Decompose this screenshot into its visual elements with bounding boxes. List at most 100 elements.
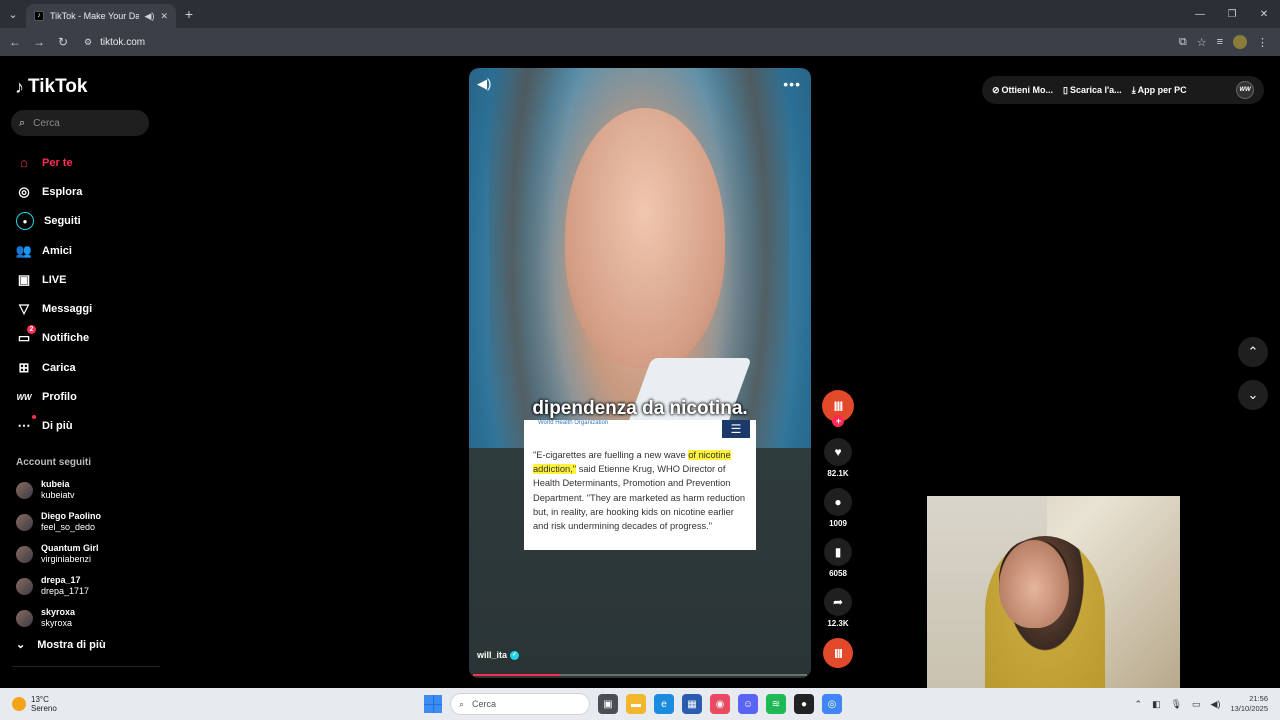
clock[interactable]: 21:56 13/10/2025 (1230, 694, 1268, 714)
bookmark-icon: ▮ (824, 538, 852, 566)
tiktok-logo[interactable]: ♪ TikTok (15, 76, 87, 98)
top-right-toolbar: ⊘ Ottieni Mo... ▯ Scarica l'a... ⤓ App per … (982, 76, 1264, 104)
tray-app-icon[interactable]: ◧ (1152, 699, 1161, 710)
media-control-icon[interactable]: ≡ (1217, 36, 1223, 48)
tab-search-icon[interactable]: ⌄ (0, 0, 26, 28)
taskbar-search-input[interactable]: ⌕ Cerca (450, 693, 590, 715)
taskbar-search-placeholder: Cerca (472, 699, 497, 709)
chrome-icon[interactable]: ◎ (822, 694, 842, 714)
bookmark-star-icon[interactable]: ☆ (1197, 36, 1207, 49)
show-more-button[interactable]: ⌄ Mostra di più (16, 638, 106, 652)
following-icon: ● (16, 212, 34, 231)
maximize-icon[interactable]: ❐ (1216, 9, 1248, 20)
account-handle: skyroxa (41, 618, 73, 628)
discord-icon[interactable]: ☺ (738, 694, 758, 714)
microphone-icon[interactable]: 🎙 (1171, 699, 1182, 710)
tab-audio-icon[interactable]: ◀) (145, 11, 155, 22)
browser-menu-icon[interactable]: ⋮ (1257, 36, 1268, 49)
account-item[interactable]: skyroxa skyroxa (16, 602, 156, 634)
browser-tab[interactable]: ♪ TikTok - Make Your Day ◀) ✕ (26, 4, 176, 28)
heart-icon: ♥ (824, 438, 852, 466)
new-tab-button[interactable]: + (176, 6, 202, 22)
account-item[interactable]: Quantum Girl virginiabenzi (16, 538, 156, 570)
volume-icon[interactable]: ◀) (477, 76, 491, 92)
comment-icon: ● (824, 488, 852, 516)
spotify-icon[interactable]: ≋ (766, 694, 786, 714)
weather-widget[interactable]: 13°C Sereno (0, 695, 57, 713)
creator-avatar[interactable]: III + (822, 390, 854, 427)
like-button[interactable]: ♥ 82.1K (822, 438, 854, 478)
webcam-person-head (999, 540, 1069, 628)
reload-icon[interactable]: ↻ (54, 35, 72, 49)
account-item[interactable]: drepa_17 drepa_1717 (16, 570, 156, 602)
like-count: 82.1K (827, 469, 849, 478)
nav-item-seguiti[interactable]: ● Seguiti (16, 207, 156, 236)
network-icon[interactable]: ▭ (1192, 699, 1201, 710)
store-icon[interactable]: ▦ (682, 694, 702, 714)
browser-profile-avatar[interactable] (1233, 35, 1247, 49)
coin-icon: ⊘ (992, 84, 1000, 95)
date: 13/10/2025 (1230, 704, 1268, 713)
install-app-icon[interactable]: ⧉ (1179, 36, 1187, 49)
windows-start-icon[interactable] (424, 695, 442, 713)
sidebar: ♪ TikTok ⌕ Cerca ⌂ Per te ◎ Esplora ● Se… (0, 58, 160, 688)
account-item[interactable]: kubeia kubeiatv (16, 474, 156, 506)
nav-item-notifiche[interactable]: ▭ 2 Notifiche (16, 324, 156, 353)
task-view-icon[interactable]: ▣ (598, 694, 618, 714)
account-handle: feel_so_dedo (41, 522, 96, 532)
volume-icon[interactable]: ◀) (1211, 699, 1221, 710)
url-field[interactable]: ⚙ tiktok.com (78, 31, 1173, 53)
video-caption: dipendenza da nicotina. (532, 398, 748, 419)
previous-video-button[interactable]: ⌃ (1238, 337, 1268, 367)
tiktok-favicon-icon: ♪ (34, 11, 44, 21)
article-menu-icon: ☰ (722, 420, 750, 438)
video-player[interactable]: ◀) ••• World Health Organization ☰ "E-ci… (469, 68, 811, 678)
window-close-icon[interactable]: ✕ (1248, 9, 1280, 20)
get-coins-button[interactable]: ⊘ Ottieni Mo... (992, 85, 1053, 96)
comment-button[interactable]: ● 1009 (822, 488, 854, 528)
video-frame-face (565, 108, 725, 368)
nav-item-live[interactable]: ▣ LIVE (16, 265, 156, 294)
nav-item-carica[interactable]: ⊞ Carica (16, 353, 156, 382)
minimize-icon[interactable]: — (1184, 9, 1216, 20)
weather-desc: Sereno (31, 704, 57, 713)
article-screenshot: World Health Organization ☰ "E-cigarette… (524, 420, 756, 550)
forward-icon[interactable]: → (30, 35, 48, 49)
file-explorer-icon[interactable]: ▬ (626, 694, 646, 714)
nav-item-per-te[interactable]: ⌂ Per te (16, 148, 156, 177)
more-options-icon[interactable]: ••• (783, 76, 801, 92)
nav-label: Amici (42, 244, 72, 257)
tab-close-icon[interactable]: ✕ (160, 11, 168, 22)
download-app-button[interactable]: ▯ Scarica l'a... (1063, 85, 1122, 96)
nav-item-di-piu[interactable]: ⋯ Di più (16, 412, 156, 441)
pc-app-button[interactable]: ⤓ App per PC (1132, 85, 1187, 96)
nav-item-messaggi[interactable]: ▽ Messaggi (16, 294, 156, 323)
share-button[interactable]: ➦ 12.3K (822, 588, 854, 628)
nav-item-profilo[interactable]: WW Profilo (16, 382, 156, 411)
edge-icon[interactable]: e (654, 694, 674, 714)
obs-icon[interactable]: ◉ (710, 694, 730, 714)
save-button[interactable]: ▮ 6058 (822, 538, 854, 578)
next-video-button[interactable]: ⌄ (1238, 380, 1268, 410)
nav-item-esplora[interactable]: ◎ Esplora (16, 177, 156, 206)
tray-overflow-icon[interactable]: ⌃ (1135, 699, 1143, 710)
url-text: tiktok.com (100, 36, 146, 48)
account-name: kubeia (41, 479, 70, 489)
search-input[interactable]: ⌕ Cerca (11, 110, 149, 136)
video-author[interactable]: will_ita ✓ (477, 650, 520, 660)
follow-plus-icon[interactable]: + (832, 415, 844, 427)
nav-label: Di più (42, 420, 73, 433)
share-icon: ➦ (824, 588, 852, 616)
main-nav: ⌂ Per te ◎ Esplora ● Seguiti 👥 Amici ▣ L… (16, 148, 156, 441)
music-disc-icon[interactable]: III (823, 638, 853, 668)
nav-item-amici[interactable]: 👥 Amici (16, 236, 156, 265)
chevron-up-icon: ⌃ (1247, 344, 1259, 359)
steam-icon[interactable]: ● (794, 694, 814, 714)
nav-label: Carica (42, 361, 76, 374)
account-item[interactable]: Diego Paolino feel_so_dedo (16, 506, 156, 538)
site-info-icon[interactable]: ⚙ (84, 37, 92, 48)
back-icon[interactable]: ← (6, 35, 24, 49)
video-progress-bar[interactable] (473, 674, 807, 676)
user-avatar[interactable]: WW (1236, 81, 1254, 99)
tab-title: TikTok - Make Your Day (50, 11, 139, 21)
